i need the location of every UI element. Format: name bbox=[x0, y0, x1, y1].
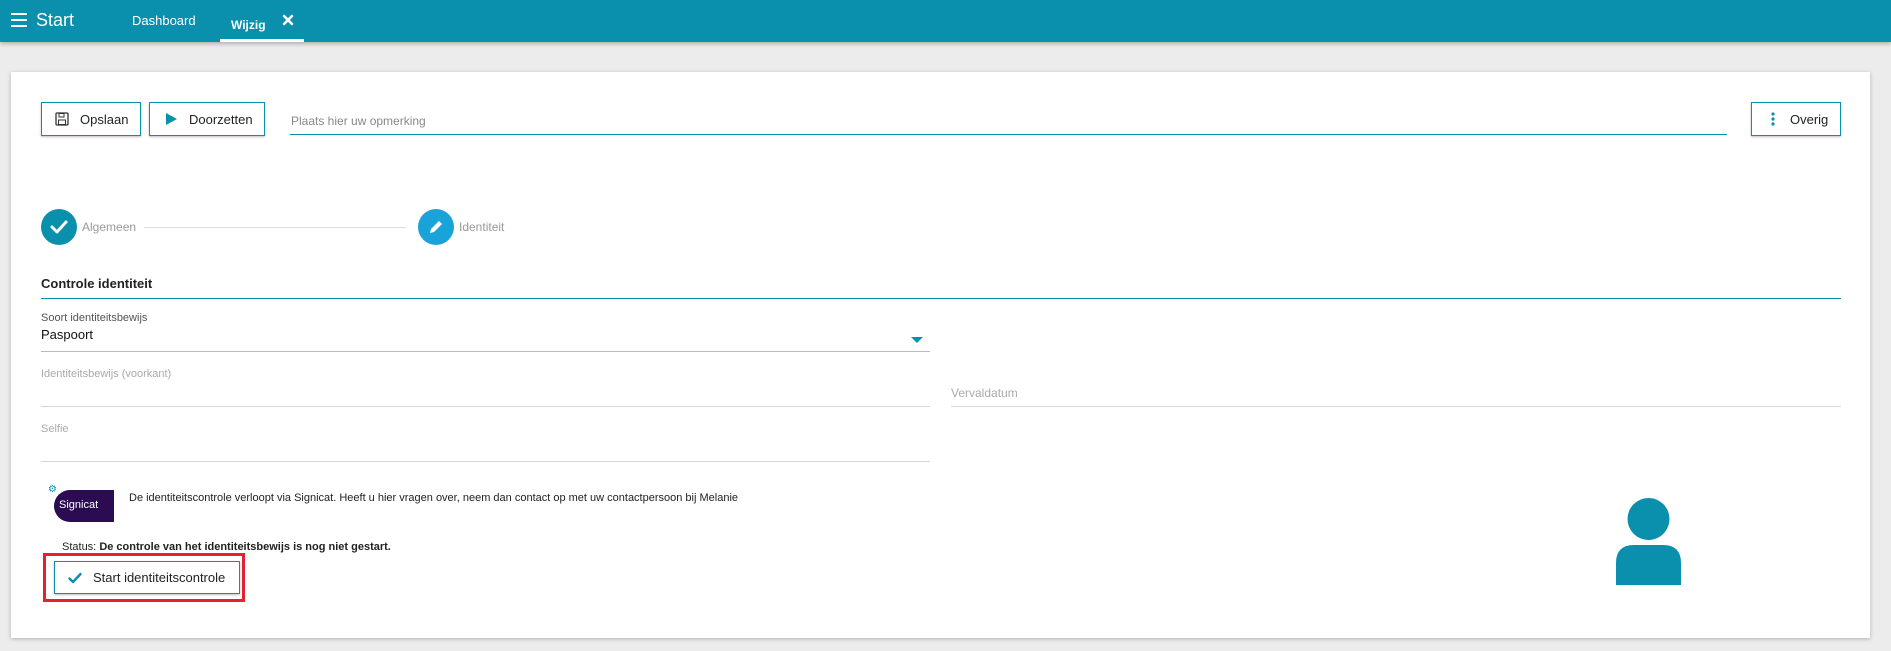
other-button[interactable]: Overig bbox=[1751, 102, 1841, 136]
top-bar: Start Dashboard Wijzig bbox=[0, 0, 1891, 42]
forward-label: Doorzetten bbox=[189, 112, 253, 127]
status-text: Status: De controle van het identiteitsb… bbox=[62, 541, 391, 553]
section-title: Controle identiteit bbox=[41, 276, 153, 291]
save-label: Opslaan bbox=[80, 112, 129, 127]
signicat-logo-text: Signicat bbox=[59, 499, 99, 511]
id-front-label[interactable]: Identiteitsbewijs (voorkant) bbox=[41, 368, 171, 380]
status-label: Status: bbox=[62, 541, 97, 553]
form-card: Opslaan Doorzetten Overig Algemeen Ident… bbox=[11, 72, 1870, 638]
tab-wijzig[interactable]: Wijzig bbox=[220, 0, 304, 42]
forward-button[interactable]: Doorzetten bbox=[149, 102, 265, 136]
save-icon bbox=[55, 112, 69, 126]
tab-dashboard[interactable]: Dashboard bbox=[132, 0, 196, 42]
app-title[interactable]: Start bbox=[36, 10, 74, 31]
step-identity-label: Identiteit bbox=[459, 220, 505, 234]
selfie-underline bbox=[41, 461, 930, 462]
expiry-underline bbox=[951, 406, 1841, 407]
tab-wijzig-label: Wijzig bbox=[231, 18, 266, 32]
section-divider bbox=[41, 298, 1841, 299]
remark-input[interactable] bbox=[290, 108, 1727, 135]
more-vertical-icon bbox=[1771, 112, 1775, 126]
id-type-select[interactable]: Paspoort bbox=[41, 327, 93, 342]
check-icon bbox=[50, 220, 68, 234]
step-identity[interactable] bbox=[418, 209, 454, 245]
close-icon[interactable] bbox=[281, 13, 295, 27]
step-connector bbox=[144, 227, 406, 228]
status-value: De controle van het identiteitsbewijs is… bbox=[99, 541, 391, 553]
other-label: Overig bbox=[1790, 112, 1829, 127]
id-front-underline bbox=[41, 406, 930, 407]
id-type-underline bbox=[41, 351, 930, 352]
pencil-icon bbox=[430, 221, 442, 233]
signicat-info: De identiteitscontrole verloopt via Sign… bbox=[129, 492, 739, 504]
id-type-label: Soort identiteitsbewijs bbox=[41, 312, 148, 324]
check-icon bbox=[68, 572, 82, 584]
expiry-field[interactable]: Vervaldatum bbox=[951, 386, 1018, 400]
start-identity-check-label: Start identiteitscontrole bbox=[93, 570, 226, 585]
step-general-label: Algemeen bbox=[82, 220, 137, 234]
menu-icon[interactable] bbox=[11, 13, 27, 27]
user-avatar-icon bbox=[1616, 498, 1681, 585]
start-identity-check-button[interactable]: Start identiteitscontrole bbox=[54, 561, 240, 594]
save-button[interactable]: Opslaan bbox=[41, 102, 141, 136]
gear-icon: ⚙ bbox=[48, 484, 57, 495]
step-general[interactable] bbox=[41, 209, 77, 245]
signicat-logo: Signicat bbox=[54, 490, 114, 522]
selfie-label[interactable]: Selfie bbox=[41, 423, 69, 435]
chevron-down-icon[interactable] bbox=[911, 337, 923, 343]
play-icon bbox=[166, 113, 177, 125]
